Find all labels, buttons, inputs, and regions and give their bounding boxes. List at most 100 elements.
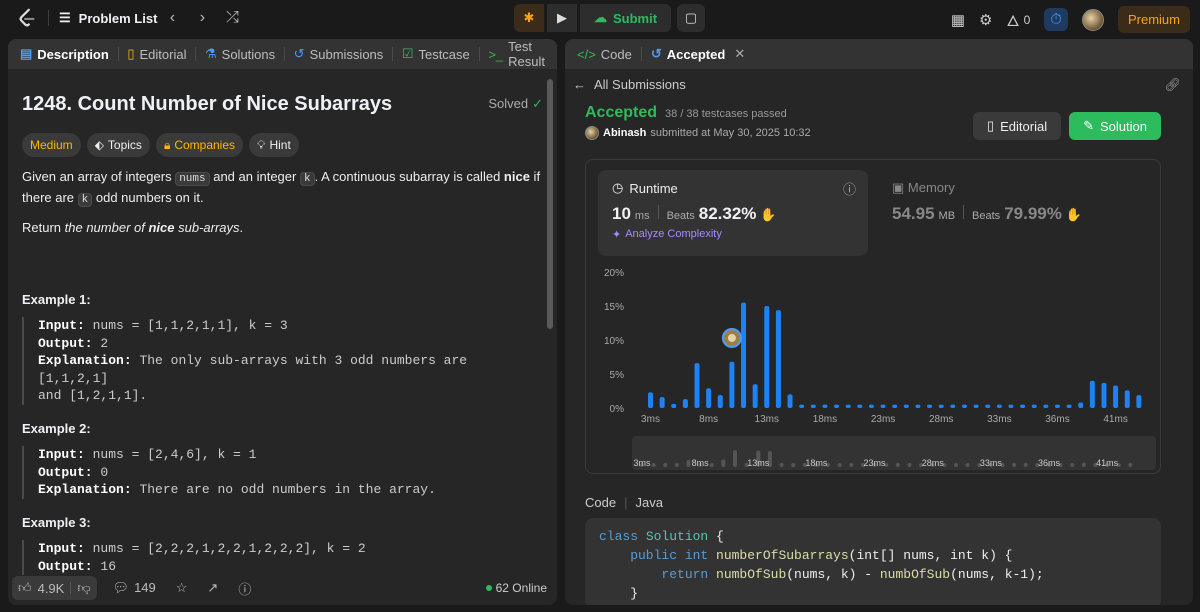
runtime-header: ◷ Runtime ⓘ xyxy=(612,179,856,198)
chart-bar[interactable] xyxy=(764,306,770,408)
run-button[interactable]: ▶ xyxy=(547,4,577,32)
username[interactable]: Abinash xyxy=(603,127,646,139)
chart-bar[interactable] xyxy=(903,404,909,408)
chart-bar[interactable] xyxy=(729,361,735,408)
comments-button[interactable]: 💬︎ 149 xyxy=(113,580,156,596)
info-icon[interactable]: ⓘ xyxy=(843,179,856,198)
chart-bar[interactable] xyxy=(1020,404,1026,408)
close-icon[interactable]: ✕ xyxy=(734,46,745,62)
chart-bar[interactable] xyxy=(741,302,747,408)
problem-title[interactable]: 1248. Count Number of Nice Subarrays xyxy=(22,89,392,119)
chart-bar[interactable] xyxy=(752,384,758,408)
problem-list-button[interactable]: ☰ Problem List xyxy=(59,10,157,26)
memory-card[interactable]: ▣ Memory 54.95 MB Beats 79.99% ✋ xyxy=(892,180,1082,224)
thumbs-up-icon[interactable]: 👍︎ xyxy=(18,580,32,596)
tab-test-result[interactable]: >_ Test Result xyxy=(482,39,551,69)
chart-bar[interactable] xyxy=(1054,404,1060,408)
notes-button[interactable]: ▢ xyxy=(677,4,706,32)
editorial-button[interactable]: ▯ Editorial xyxy=(972,112,1062,140)
debug-button[interactable]: ✱ xyxy=(514,4,544,32)
chart-bar[interactable] xyxy=(892,404,898,408)
tab-editorial[interactable]: ▯ Editorial xyxy=(121,46,192,62)
divider xyxy=(963,205,965,219)
chart-bar[interactable] xyxy=(950,404,956,408)
chart-bar[interactable] xyxy=(787,394,793,408)
chart-bar[interactable] xyxy=(857,404,863,408)
chart-bar[interactable] xyxy=(845,404,851,408)
gear-icon[interactable]: ⚙ xyxy=(979,11,992,29)
tab-accepted[interactable]: ↺ Accepted ✕ xyxy=(645,46,751,62)
chart-bar[interactable] xyxy=(799,404,805,408)
comment-count: 149 xyxy=(134,580,156,595)
chart-bar[interactable] xyxy=(1043,404,1049,408)
premium-button[interactable]: Premium xyxy=(1117,6,1190,33)
solution-button[interactable]: ✎ Solution xyxy=(1069,112,1161,140)
avatar[interactable] xyxy=(585,126,599,140)
chart-bar[interactable] xyxy=(915,404,921,408)
tab-description[interactable]: ▤ Description xyxy=(14,46,115,62)
chart-bar[interactable] xyxy=(996,404,1002,408)
analyze-complexity-link[interactable]: ✦ Analyze Complexity xyxy=(612,228,854,241)
tab-label: Description xyxy=(37,46,109,62)
chart-bar[interactable] xyxy=(1101,382,1107,408)
hint-tag[interactable]: 💡︎ Hint xyxy=(249,133,299,157)
shuffle-button[interactable]: ⤮ xyxy=(217,5,247,31)
code-block[interactable]: class Solution { public int numberOfSuba… xyxy=(585,518,1161,605)
topics-tag[interactable]: ⬖ Topics xyxy=(86,133,150,157)
chart-bar[interactable] xyxy=(834,404,840,408)
chart-bar[interactable] xyxy=(671,403,677,408)
chart-bar[interactable] xyxy=(985,404,991,408)
chart-bar[interactable] xyxy=(1066,404,1072,408)
chart-bar[interactable] xyxy=(810,404,816,408)
all-submissions-link[interactable]: ← All Submissions 🔗︎ xyxy=(565,69,1193,100)
runtime-card[interactable]: ◷ Runtime ⓘ 10 ms Beats 82.32% ✋ ✦ Analyze … xyxy=(598,170,868,256)
chart-bar[interactable] xyxy=(694,363,700,408)
tab-testcase[interactable]: ☑ Testcase xyxy=(396,46,476,62)
submit-button[interactable]: ☁ Submit xyxy=(580,4,672,32)
chart-bar[interactable] xyxy=(1136,395,1142,408)
description-panel: ▤ Description ▯ Editorial ⚗ Solutions ↺ Subm… xyxy=(8,39,557,605)
chart-bar[interactable] xyxy=(682,399,688,408)
minimap-tick-label: 41ms xyxy=(1096,458,1119,468)
chart-bar[interactable] xyxy=(1031,404,1037,408)
runtime-distribution-chart[interactable]: 20% 15% 10% 5% 0% 3ms 8ms 13ms 18ms 23ms 28ms 33ms 3… xyxy=(586,260,1160,480)
chart-bar[interactable] xyxy=(775,310,781,408)
note-icon: ▢ xyxy=(684,10,698,25)
next-problem-button[interactable]: › xyxy=(187,5,217,31)
chart-bar[interactable] xyxy=(648,392,653,408)
share-icon[interactable]: ↗ xyxy=(207,580,218,596)
prev-problem-button[interactable]: ‹ xyxy=(157,5,187,31)
chart-bar[interactable] xyxy=(659,397,665,408)
example-output: 0 xyxy=(100,464,109,480)
chart-bar[interactable] xyxy=(961,404,967,408)
chart-bar[interactable] xyxy=(1089,380,1095,408)
chart-bar[interactable] xyxy=(717,395,723,408)
timer-icon[interactable]: ⏱ xyxy=(1044,8,1068,31)
avatar[interactable] xyxy=(1081,8,1104,31)
chart-bar[interactable] xyxy=(938,404,944,408)
chart-bar[interactable] xyxy=(927,404,933,408)
minimap-bar xyxy=(1012,463,1017,467)
scrollbar[interactable] xyxy=(547,79,553,329)
tab-submissions[interactable]: ↺ Submissions xyxy=(288,46,390,62)
tab-code[interactable]: </> Code xyxy=(571,47,638,62)
leetcode-logo-icon[interactable] xyxy=(16,7,38,29)
chart-bar[interactable] xyxy=(1008,404,1014,408)
chart-bar[interactable] xyxy=(706,388,712,408)
cloud-upload-icon: ☁ xyxy=(594,10,607,25)
chart-bar[interactable] xyxy=(822,404,828,408)
chart-bar[interactable] xyxy=(1124,390,1130,408)
help-icon[interactable]: ⓘ xyxy=(238,579,251,598)
thumbs-down-icon[interactable]: 👎︎ xyxy=(77,580,90,596)
companies-tag[interactable]: 🔒︎ Companies xyxy=(155,133,244,157)
chart-bar[interactable] xyxy=(880,404,886,408)
link-icon[interactable]: 🔗︎ xyxy=(1164,77,1181,93)
layout-icon[interactable]: ▦ xyxy=(951,11,965,29)
chart-bar[interactable] xyxy=(868,404,874,408)
chart-bar[interactable] xyxy=(1078,402,1084,408)
chart-bar[interactable] xyxy=(973,404,979,408)
chart-bar[interactable] xyxy=(1113,385,1119,408)
streak-counter[interactable]: 🜂 0 xyxy=(1006,4,1030,35)
tab-solutions[interactable]: ⚗ Solutions xyxy=(199,46,281,62)
star-icon[interactable]: ☆ xyxy=(176,580,188,596)
